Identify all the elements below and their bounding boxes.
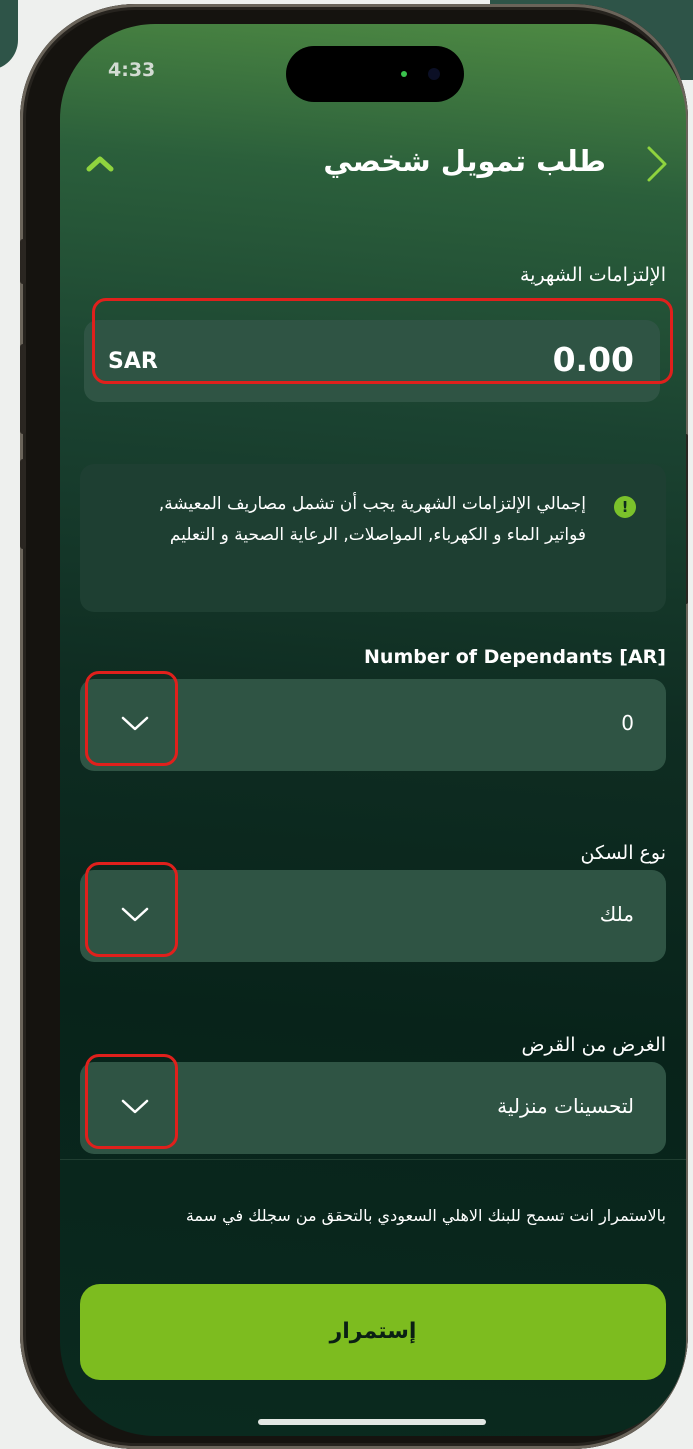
monthly-obligations-label: الإلتزامات الشهرية: [519, 264, 666, 286]
loan-purpose-select[interactable]: لتحسينات منزلية: [80, 1062, 666, 1154]
phone-side-button: [20, 459, 26, 549]
info-message-box: إجمالي الإلتزامات الشهرية يجب أن تشمل مص…: [80, 464, 666, 612]
exclamation-icon: !: [614, 496, 636, 518]
home-indicator[interactable]: [258, 1419, 486, 1425]
amount-value: 0.00: [552, 340, 634, 379]
phone-side-button: [20, 239, 26, 284]
info-message-text: إجمالي الإلتزامات الشهرية يجب أن تشمل مص…: [158, 494, 586, 545]
dependants-select[interactable]: 0: [80, 679, 666, 771]
monthly-obligations-input[interactable]: SAR 0.00: [84, 320, 660, 402]
loan-purpose-value: لتحسينات منزلية: [497, 1094, 634, 1118]
phone-side-button: [20, 344, 26, 434]
chevron-down-icon[interactable]: [120, 904, 150, 924]
currency-label: SAR: [108, 349, 158, 374]
app-screen: 4:33 طلب تمويل شخصي الإلتزامات الشهرية S…: [60, 24, 686, 1436]
consent-text: بالاستمرار انت تسمح للبنك الاهلي السعودي…: [185, 1206, 666, 1225]
housing-type-label: نوع السكن: [580, 842, 666, 864]
status-time: 4:33: [108, 59, 156, 81]
dynamic-island: [286, 46, 464, 102]
camera-icon: [428, 68, 440, 80]
background-decoration: [0, 0, 18, 70]
chevron-down-icon[interactable]: [120, 713, 150, 733]
phone-frame: 4:33 طلب تمويل شخصي الإلتزامات الشهرية S…: [20, 4, 688, 1449]
housing-type-value: ملك: [599, 902, 634, 926]
chevron-up-icon[interactable]: [86, 154, 114, 172]
header: طلب تمويل شخصي: [60, 134, 686, 194]
housing-type-select[interactable]: ملك: [80, 870, 666, 962]
indicator-dot: [401, 71, 407, 77]
chevron-right-icon[interactable]: [644, 144, 670, 184]
dependants-value: 0: [621, 711, 634, 735]
page-title: طلب تمويل شخصي: [323, 144, 606, 178]
dependants-label: Number of Dependants [AR]: [364, 646, 666, 668]
divider: [60, 1159, 686, 1160]
continue-button[interactable]: إستمرار: [80, 1284, 666, 1380]
chevron-down-icon[interactable]: [120, 1096, 150, 1116]
loan-purpose-label: الغرض من القرض: [521, 1034, 666, 1056]
